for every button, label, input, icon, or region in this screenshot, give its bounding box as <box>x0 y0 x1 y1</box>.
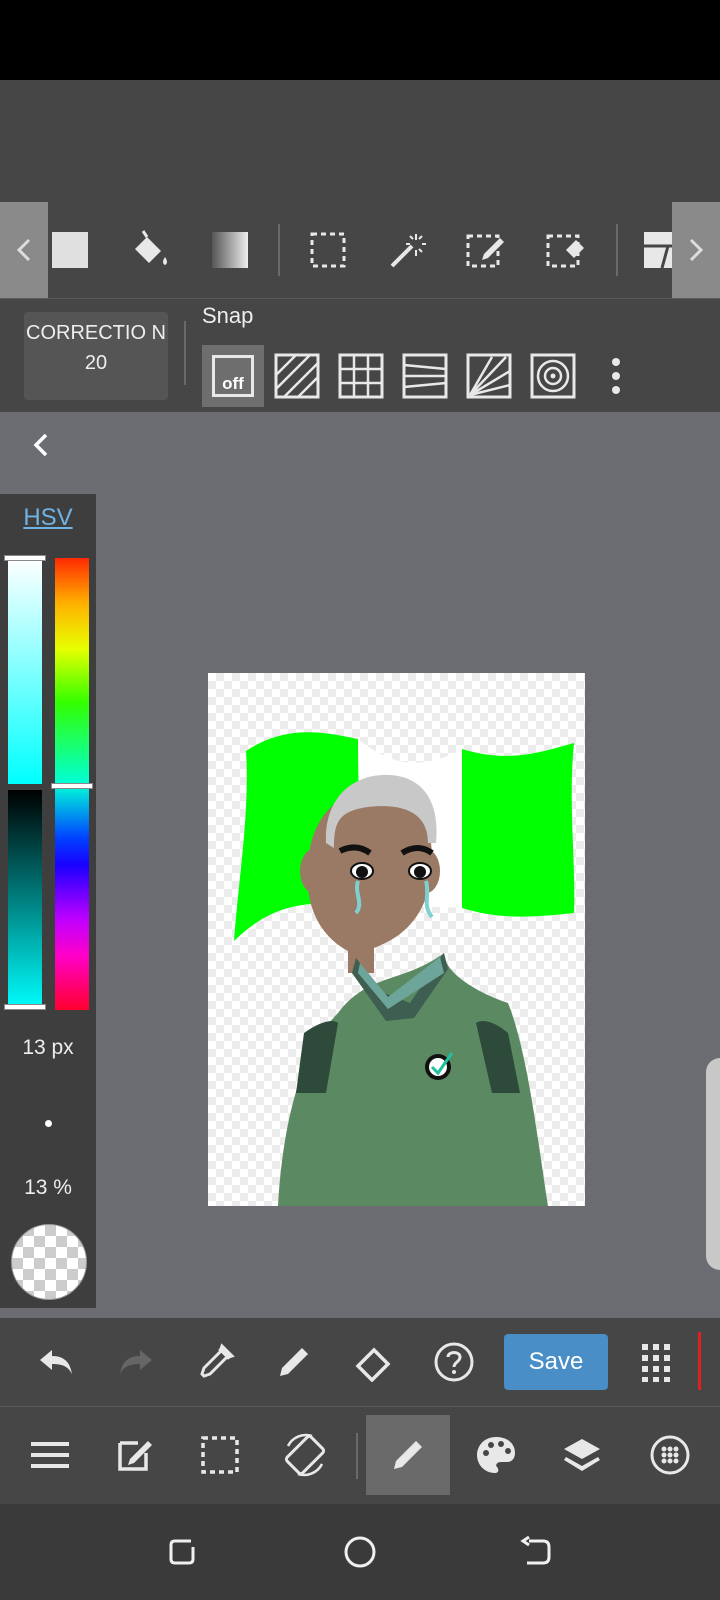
collapse-panel-icon[interactable] <box>26 428 56 462</box>
brush-size-preview <box>45 1120 52 1127</box>
fill-rect-icon[interactable] <box>42 222 98 278</box>
pen-icon[interactable] <box>266 1334 322 1390</box>
snap-off-label: off <box>212 355 254 397</box>
grid-menu-icon[interactable] <box>628 1334 684 1390</box>
snap-perspective-icon[interactable] <box>394 345 456 407</box>
redo-icon[interactable] <box>108 1334 164 1390</box>
settings-dots-icon[interactable] <box>630 1415 710 1495</box>
chevron-right-icon[interactable] <box>672 202 720 298</box>
select-eraser-icon[interactable] <box>538 222 594 278</box>
snap-concentric-icon[interactable] <box>522 345 584 407</box>
hue-slider[interactable] <box>51 558 93 1010</box>
undo-icon[interactable] <box>28 1334 84 1390</box>
brush-icon[interactable] <box>366 1415 450 1495</box>
correction-button[interactable]: CORRECTIO N 20 <box>24 312 168 400</box>
brightness-marker[interactable] <box>4 1004 46 1010</box>
snap-label: Snap <box>202 303 254 328</box>
toolbar-divider <box>278 224 280 276</box>
header-area <box>0 80 720 202</box>
saturation-marker[interactable] <box>4 555 46 561</box>
magic-wand-icon[interactable] <box>380 222 436 278</box>
snap-bar: CORRECTIO N 20 Snap off <box>0 299 720 412</box>
layers-icon[interactable] <box>542 1415 622 1495</box>
gradient-icon[interactable] <box>202 222 258 278</box>
hsv-mode-toggle[interactable]: HSV <box>0 504 96 532</box>
more-options-icon[interactable] <box>586 345 646 407</box>
snap-radial-icon[interactable] <box>458 345 520 407</box>
action-bar: Save <box>0 1318 720 1407</box>
eyedropper-icon[interactable] <box>188 1334 244 1390</box>
home-icon[interactable] <box>338 1530 382 1574</box>
artwork-canvas[interactable] <box>208 673 585 1206</box>
opacity-label[interactable]: 13 % <box>0 1176 96 1200</box>
system-nav-bar <box>0 1504 720 1600</box>
select-pen-icon[interactable] <box>458 222 514 278</box>
eraser-icon[interactable] <box>346 1334 402 1390</box>
recent-apps-icon[interactable] <box>162 1530 206 1574</box>
palette-icon[interactable] <box>456 1415 536 1495</box>
bottom-divider <box>356 1433 358 1479</box>
select-rect-icon[interactable] <box>300 222 356 278</box>
status-bar <box>0 0 720 80</box>
chevron-left-icon[interactable] <box>0 202 48 298</box>
side-panel-handle[interactable] <box>706 1058 720 1270</box>
bucket-icon[interactable] <box>122 222 178 278</box>
toolbar-divider <box>616 224 618 276</box>
saturation-value-slider[interactable] <box>4 555 46 1010</box>
back-icon[interactable] <box>514 1530 558 1574</box>
layer-indicator <box>698 1332 701 1390</box>
edit-icon[interactable] <box>94 1415 174 1495</box>
snap-grid-icon[interactable] <box>330 345 392 407</box>
rotate-icon[interactable] <box>265 1415 345 1495</box>
menu-icon[interactable] <box>10 1415 90 1495</box>
color-panel: HSV 13 px 13 % <box>0 494 96 1308</box>
bottom-toolbar <box>0 1407 720 1504</box>
snap-parallel-icon[interactable] <box>266 345 328 407</box>
brush-size-label[interactable]: 13 px <box>0 1036 96 1060</box>
current-color-swatch[interactable] <box>11 1224 87 1300</box>
hue-marker[interactable] <box>51 783 93 789</box>
selection-icon[interactable] <box>180 1415 260 1495</box>
artwork-drawing <box>234 732 575 1206</box>
snap-divider <box>184 321 186 385</box>
help-icon[interactable] <box>426 1334 482 1390</box>
snap-off-button[interactable]: off <box>202 345 264 407</box>
tool-toolbar <box>0 202 720 299</box>
save-button[interactable]: Save <box>504 1334 608 1390</box>
